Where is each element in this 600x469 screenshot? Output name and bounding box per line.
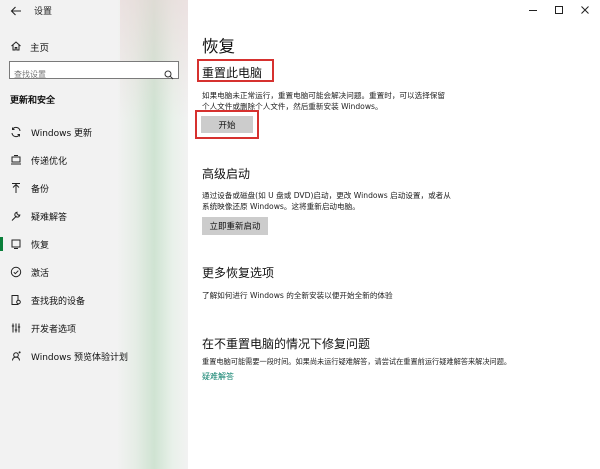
- restart-now-button[interactable]: 立即重新启动: [202, 217, 268, 235]
- close-icon[interactable]: [574, 3, 596, 17]
- fix-without-reset-title: 在不重置电脑的情况下修复问题: [202, 337, 371, 351]
- sidebar-item-label: Windows 预览体验计划: [31, 352, 129, 363]
- advanced-startup-title: 高级启动: [202, 167, 251, 181]
- sidebar-item-label: 激活: [31, 268, 50, 279]
- section-title: 更新和安全: [10, 96, 56, 106]
- advanced-description-line2: 系统映像还原 Windows。这将重新启动电脑。: [202, 202, 360, 211]
- home-nav[interactable]: 主页: [10, 37, 49, 56]
- delivery-optimization-icon: [9, 153, 23, 167]
- check-circle-icon: [9, 265, 23, 279]
- developer-icon: [9, 321, 23, 335]
- advanced-description-line1: 通过设备或磁盘(如 U 盘或 DVD)启动，更改 Windows 启动设置，或者…: [202, 191, 451, 200]
- search-icon[interactable]: [164, 65, 174, 84]
- page-title: 恢复: [202, 37, 235, 56]
- sidebar-item-activation[interactable]: 激活: [0, 261, 188, 283]
- find-device-icon: [9, 293, 23, 307]
- sidebar-item-label: 备份: [31, 184, 50, 195]
- sidebar-item-developer[interactable]: 开发者选项: [0, 317, 188, 339]
- fix-without-reset-description: 重置电脑可能需要一段时间。如果尚未运行疑难解答，请尝试在重置前运行疑难解答来解决…: [202, 357, 512, 366]
- main-content: 恢复 重置此电脑 如果电脑未正常运行，重置电脑可能会解决问题。重置时，可以选择保…: [188, 0, 600, 469]
- more-recovery-description[interactable]: 了解如何进行 Windows 的全新安装以便开始全新的体验: [202, 290, 393, 301]
- search-box[interactable]: [9, 61, 179, 83]
- titlebar: 设置: [0, 0, 188, 22]
- sidebar-item-label: 开发者选项: [31, 324, 77, 335]
- start-reset-button[interactable]: 开始: [201, 116, 253, 133]
- sidebar-item-windows-update[interactable]: Windows 更新: [0, 121, 188, 143]
- sidebar-item-label: 恢复: [31, 240, 50, 251]
- sidebar-item-insider[interactable]: Windows 预览体验计划: [0, 345, 188, 367]
- minimize-icon[interactable]: [522, 3, 544, 17]
- sidebar-item-find-my-device[interactable]: 查找我的设备: [0, 289, 188, 311]
- reset-description-line1: 如果电脑未正常运行，重置电脑可能会解决问题。重置时，可以选择保留: [202, 91, 445, 100]
- sidebar-item-troubleshoot[interactable]: 疑难解答: [0, 205, 188, 227]
- home-label: 主页: [30, 42, 50, 54]
- app-title: 设置: [34, 7, 53, 17]
- home-icon: [10, 37, 22, 56]
- sidebar-item-label: 传递优化: [31, 156, 68, 167]
- back-arrow-icon[interactable]: [9, 4, 23, 18]
- sidebar-item-recovery[interactable]: 恢复: [0, 233, 188, 255]
- reset-section-title: 重置此电脑: [202, 66, 263, 80]
- recovery-icon: [9, 237, 23, 251]
- sidebar-item-label: 查找我的设备: [31, 296, 86, 307]
- sidebar-item-label: 疑难解答: [31, 212, 68, 223]
- wrench-icon: [9, 209, 23, 223]
- backup-arrow-icon: [9, 181, 23, 195]
- sidebar-item-backup[interactable]: 备份: [0, 177, 188, 199]
- insider-icon: [9, 349, 23, 363]
- sidebar-item-label: Windows 更新: [31, 128, 93, 139]
- search-input[interactable]: [10, 66, 160, 83]
- maximize-icon[interactable]: [548, 3, 570, 17]
- troubleshoot-link[interactable]: 疑难解答: [202, 371, 234, 382]
- sidebar-item-delivery-optimization[interactable]: 传递优化: [0, 149, 188, 171]
- more-recovery-options-title: 更多恢复选项: [202, 266, 275, 280]
- sync-icon: [9, 125, 23, 139]
